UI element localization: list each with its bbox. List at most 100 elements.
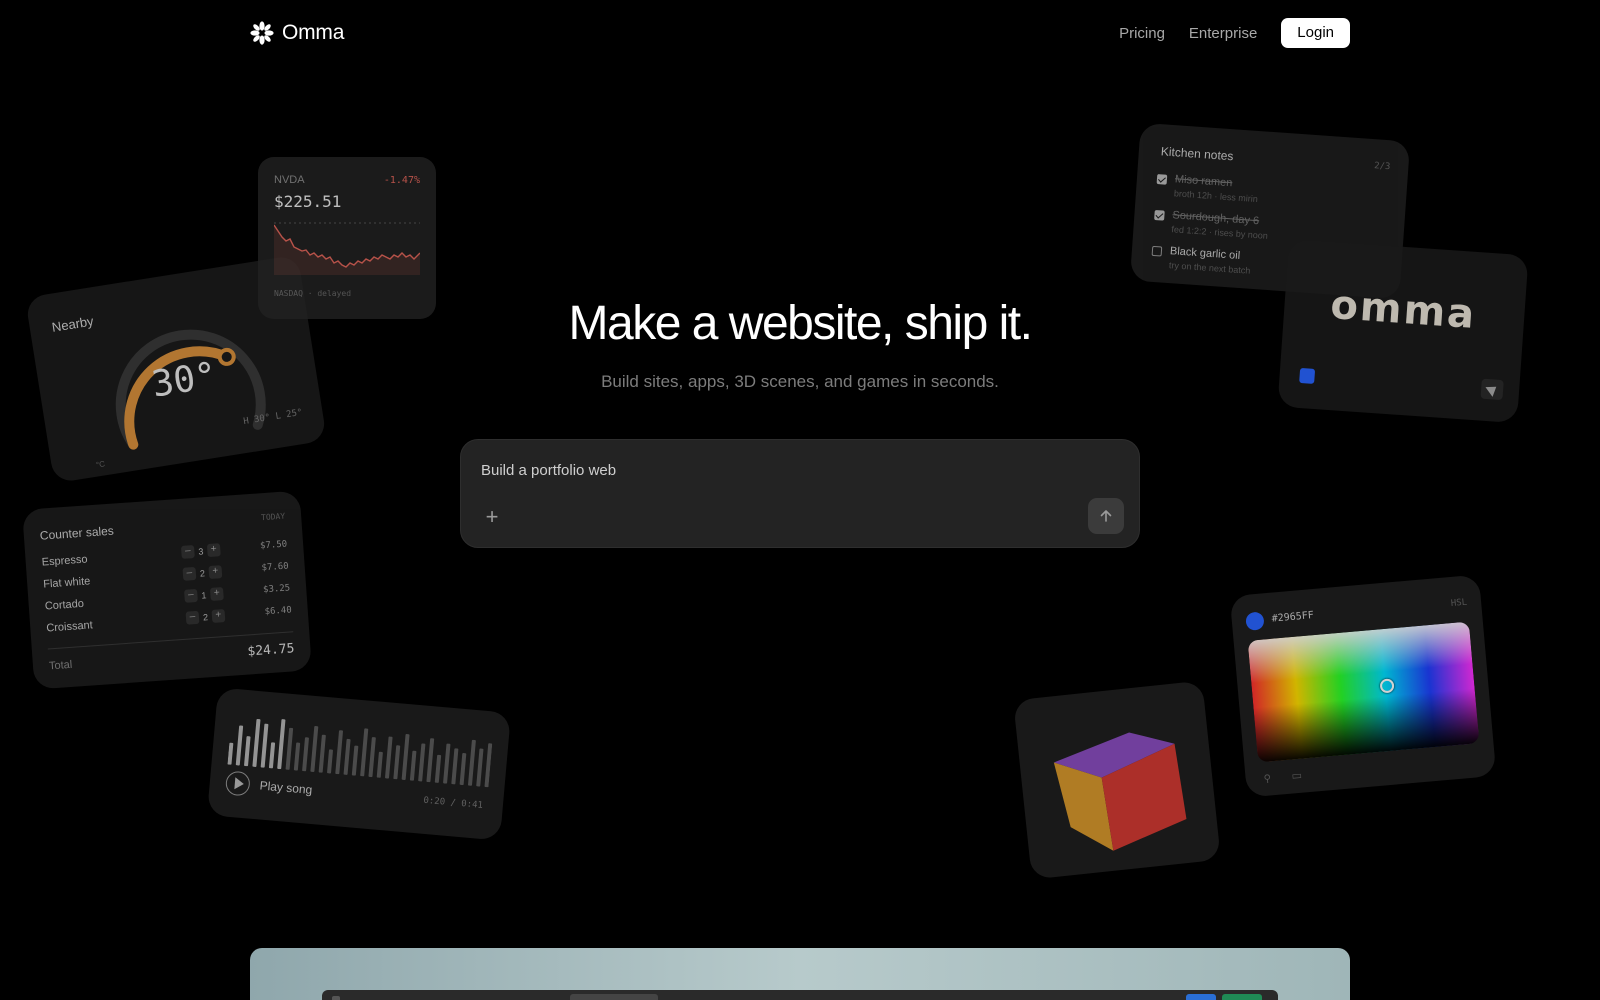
stock-symbol: NVDA bbox=[274, 174, 305, 186]
waveform-bar bbox=[459, 753, 467, 786]
plus-button[interactable]: + bbox=[209, 587, 224, 601]
color-preview-dot bbox=[1245, 611, 1265, 631]
quantity-stepper: –2 + bbox=[182, 565, 223, 581]
item-name: Flat white bbox=[42, 575, 91, 591]
waveform-bar bbox=[260, 723, 269, 768]
list-item: Sourdough, day 6 fed 1:2:2 · rises by no… bbox=[1154, 208, 1355, 241]
color-mode[interactable]: HSL bbox=[1450, 598, 1467, 609]
color-picker-card: #2965FF HSL ⚲ ▭ bbox=[1229, 574, 1497, 798]
stock-change: -1.47% bbox=[383, 175, 420, 186]
waveform-bar bbox=[385, 736, 393, 779]
segmented-control bbox=[570, 994, 658, 1000]
item-amount: $7.50 bbox=[259, 539, 288, 552]
item-name: Croissant bbox=[45, 619, 94, 635]
waveform-bar bbox=[318, 734, 326, 773]
play-label: Play song bbox=[259, 778, 313, 797]
brand-logo-link[interactable]: Omma bbox=[250, 18, 344, 48]
note-sub: broth 12h · less mirin bbox=[1173, 188, 1259, 205]
color-swatch[interactable] bbox=[1299, 367, 1316, 384]
omma-logo-icon bbox=[250, 21, 274, 45]
total-value: $24.75 bbox=[247, 641, 295, 660]
waveform-bar bbox=[310, 726, 319, 773]
waveform-bar bbox=[409, 750, 417, 781]
arrow-up-icon bbox=[1100, 510, 1112, 522]
waveform-bar bbox=[351, 745, 359, 776]
waveform-bar bbox=[401, 734, 410, 781]
minus-button[interactable]: – bbox=[180, 545, 195, 559]
stock-card: NVDA -1.47% $225.51 NASDAQ · delayed bbox=[258, 157, 436, 319]
nav-links: Pricing Enterprise Login bbox=[1119, 18, 1350, 48]
plus-button[interactable]: + bbox=[206, 543, 221, 558]
waveform-bar bbox=[476, 748, 484, 787]
waveform-bar bbox=[235, 725, 244, 766]
note-text: Miso ramen bbox=[1174, 173, 1233, 190]
item-qty: 3 bbox=[198, 545, 204, 557]
quantity-stepper: –1 + bbox=[184, 587, 224, 603]
item-amount: $7.60 bbox=[261, 561, 290, 574]
logo-preview-card: omma bbox=[1277, 238, 1529, 424]
3d-cube-card bbox=[1013, 680, 1221, 880]
waveform-bar bbox=[293, 742, 301, 771]
track-time: 0:20 / 0:41 bbox=[422, 795, 484, 811]
audio-player-card: Play song 0:20 / 0:41 bbox=[206, 687, 512, 841]
plus-button[interactable]: + bbox=[211, 609, 226, 623]
waveform-bar bbox=[244, 736, 251, 767]
waveform-bar bbox=[468, 739, 476, 786]
notes-title: Kitchen notes bbox=[1160, 144, 1234, 164]
waveform-bar bbox=[343, 738, 351, 775]
list-item: Miso ramen broth 12h · less mirin bbox=[1156, 172, 1357, 204]
waveform-bar bbox=[302, 737, 309, 772]
quantity-stepper: –3 + bbox=[180, 543, 221, 559]
nav-link-pricing[interactable]: Pricing bbox=[1119, 25, 1165, 42]
waveform-bar bbox=[376, 751, 383, 778]
waveform-bar bbox=[443, 743, 451, 784]
checkbox-checked[interactable] bbox=[1156, 174, 1168, 185]
minus-button[interactable]: – bbox=[184, 588, 198, 603]
checkbox-unchecked[interactable] bbox=[1151, 245, 1163, 257]
item-name: Espresso bbox=[41, 553, 88, 569]
waveform-bar bbox=[426, 738, 435, 783]
site-header: Omma Pricing Enterprise Login bbox=[250, 18, 1350, 48]
pin-icon[interactable]: ⚲ bbox=[1263, 773, 1271, 785]
notes-page: 2/3 bbox=[1373, 161, 1391, 173]
3d-cube bbox=[1053, 732, 1187, 851]
omma-wordmark: omma bbox=[1329, 281, 1478, 339]
cursor-icon[interactable] bbox=[1480, 378, 1504, 401]
waveform-bar bbox=[285, 727, 294, 770]
send-button[interactable] bbox=[1088, 498, 1124, 534]
color-gradient[interactable] bbox=[1247, 621, 1480, 763]
minus-button[interactable]: – bbox=[185, 610, 200, 625]
sales-period: TODAY bbox=[260, 511, 286, 523]
audio-waveform bbox=[227, 718, 493, 788]
item-qty: 2 bbox=[199, 567, 206, 579]
plus-icon[interactable]: + bbox=[481, 506, 503, 528]
login-button[interactable]: Login bbox=[1281, 18, 1350, 48]
waveform-bar bbox=[268, 742, 276, 769]
comment-icon[interactable]: ▭ bbox=[1291, 769, 1302, 783]
waveform-bar bbox=[335, 730, 343, 775]
prompt-input[interactable] bbox=[481, 462, 1081, 479]
checkbox-checked[interactable] bbox=[1154, 209, 1165, 221]
minus-button[interactable]: – bbox=[182, 566, 197, 581]
waveform-bar bbox=[368, 737, 376, 778]
sales-title: Counter sales bbox=[39, 523, 115, 543]
unit-label: °C bbox=[95, 459, 106, 470]
waveform-bar bbox=[451, 748, 459, 785]
preview-toolbar bbox=[322, 990, 1278, 1000]
play-button[interactable] bbox=[224, 770, 251, 797]
waveform-bar bbox=[277, 719, 286, 770]
waveform-bar bbox=[393, 745, 401, 780]
plus-button[interactable]: + bbox=[208, 565, 223, 580]
nav-link-enterprise[interactable]: Enterprise bbox=[1189, 25, 1257, 42]
waveform-bar bbox=[252, 718, 261, 767]
stock-sparkline bbox=[274, 222, 420, 275]
quantity-stepper: –2 + bbox=[185, 609, 226, 625]
note-text: Black garlic oil bbox=[1169, 245, 1241, 263]
waveform-bar bbox=[418, 743, 426, 782]
item-qty: 1 bbox=[201, 589, 207, 601]
stock-price: $225.51 bbox=[274, 192, 342, 211]
hex-value: #2965FF bbox=[1271, 610, 1315, 625]
share-button bbox=[1186, 994, 1216, 1000]
waveform-bar bbox=[327, 749, 333, 774]
waveform-bar bbox=[484, 743, 493, 788]
